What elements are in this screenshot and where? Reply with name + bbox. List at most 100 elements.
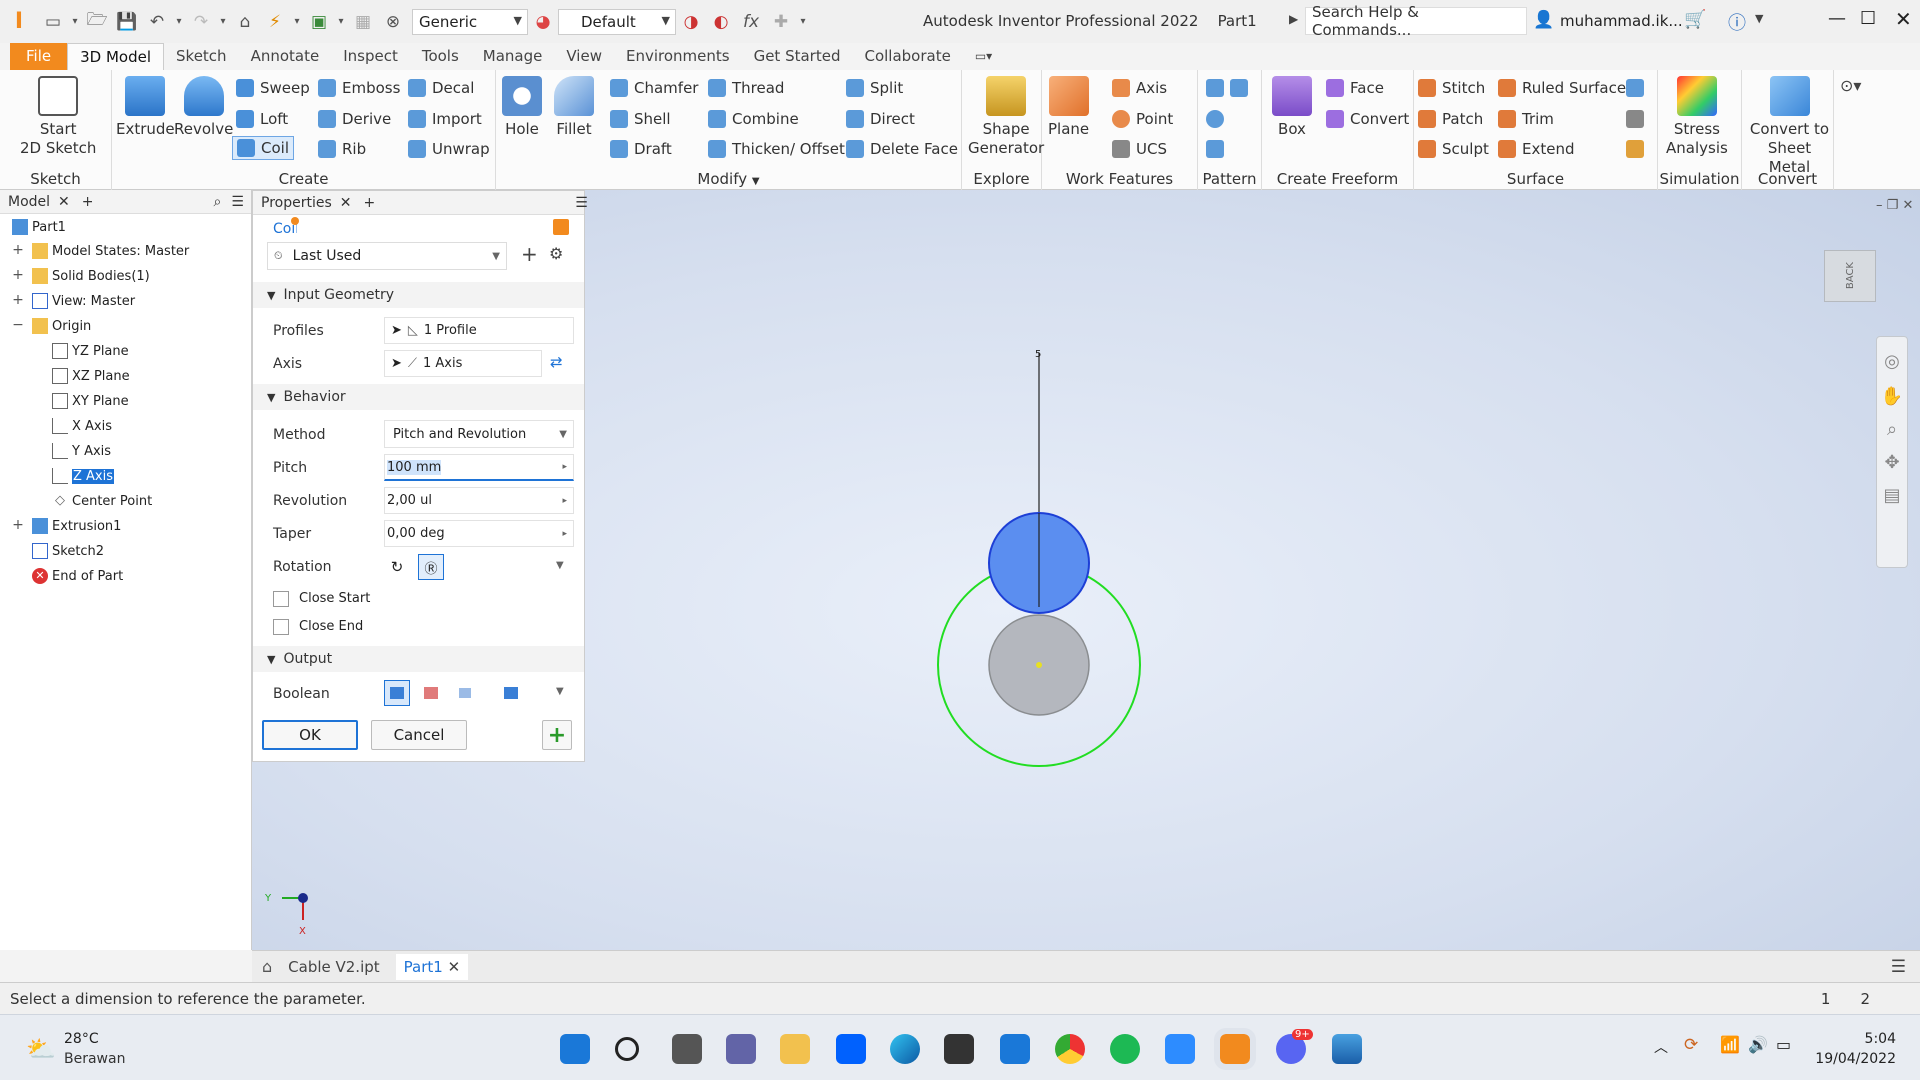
- start-icon[interactable]: [560, 1034, 590, 1064]
- tree-item-yz-plane[interactable]: YZ Plane: [52, 340, 129, 362]
- gear-icon[interactable]: ⚙: [549, 244, 563, 263]
- menu-icon[interactable]: ☰: [1891, 957, 1906, 977]
- file-explorer-icon[interactable]: [780, 1034, 810, 1064]
- close-icon[interactable]: ✕: [340, 195, 352, 211]
- chevron-right-icon[interactable]: ▶: [1289, 12, 1298, 26]
- sketch-pattern-icon[interactable]: [1206, 137, 1230, 161]
- search-icon[interactable]: [615, 1037, 639, 1061]
- trim-button[interactable]: Trim: [1498, 107, 1554, 131]
- volume-icon[interactable]: 🔊: [1748, 1035, 1768, 1054]
- sync-icon[interactable]: ⟳: [1684, 1035, 1698, 1055]
- pitch-input[interactable]: 100 mm ▸: [384, 454, 574, 481]
- derive-button[interactable]: Derive: [318, 107, 391, 131]
- sweep-button[interactable]: Sweep: [236, 76, 310, 100]
- hole-button[interactable]: Hole: [502, 76, 542, 139]
- import-button[interactable]: Import: [408, 107, 482, 131]
- circular-pattern-icon[interactable]: [1206, 107, 1230, 131]
- fx-icon[interactable]: fx: [738, 8, 764, 36]
- tab-inspect[interactable]: Inspect: [331, 43, 410, 70]
- parameters-icon[interactable]: ▦: [350, 8, 376, 36]
- model-tab-label[interactable]: Model: [8, 194, 50, 210]
- task-view-icon[interactable]: [672, 1034, 702, 1064]
- minimize-icon[interactable]: –: [1876, 198, 1883, 213]
- convert-freeform-button[interactable]: Convert: [1326, 107, 1409, 131]
- behavior-section[interactable]: ▼ Behavior: [253, 384, 584, 410]
- user-name[interactable]: muhammad.ik...: [1560, 12, 1683, 30]
- shell-button[interactable]: Shell: [610, 107, 671, 131]
- tree-item-solid-bodies[interactable]: Solid Bodies(1): [32, 265, 150, 287]
- close-end-checkbox[interactable]: [273, 619, 289, 635]
- plus-icon[interactable]: +: [364, 195, 376, 211]
- material-select[interactable]: Generic ▼: [412, 8, 528, 35]
- undo-icon[interactable]: ↶: [144, 8, 170, 36]
- redo-icon[interactable]: ↷: [188, 8, 214, 36]
- chevron-down-icon[interactable]: ▾: [70, 8, 80, 36]
- chevron-down-icon[interactable]: ▾: [798, 8, 808, 36]
- tree-item-xz-plane[interactable]: XZ Plane: [52, 365, 130, 387]
- replace-face-icon[interactable]: [1626, 76, 1650, 100]
- home-icon[interactable]: ⌂: [232, 8, 258, 36]
- mirror-icon[interactable]: [1230, 79, 1248, 97]
- close-icon[interactable]: ✕: [1902, 198, 1913, 213]
- chevron-down-icon[interactable]: ▼: [556, 686, 564, 697]
- box-button[interactable]: Box: [1272, 76, 1312, 139]
- ucs-button[interactable]: UCS: [1112, 137, 1167, 161]
- shape-generator-button[interactable]: Shape Generator: [968, 76, 1044, 158]
- plus-icon[interactable]: +: [82, 194, 94, 210]
- tree-item-end-of-part[interactable]: ✕ End of Part: [32, 565, 123, 587]
- preset-select[interactable]: ⏲ Last Used ▼: [267, 242, 507, 270]
- combine-button[interactable]: Combine: [708, 107, 799, 131]
- delete-face-button[interactable]: Delete Face: [846, 137, 958, 161]
- coil-button[interactable]: Coil: [232, 136, 294, 160]
- axis-button[interactable]: Axis: [1112, 76, 1167, 100]
- sculpt-button[interactable]: Sculpt: [1418, 137, 1489, 161]
- ribbon-options-icon[interactable]: ▭▾: [963, 43, 1004, 70]
- chamfer-button[interactable]: Chamfer: [610, 76, 698, 100]
- tree-item-z-axis[interactable]: Z Axis: [52, 465, 115, 487]
- new-solid-button[interactable]: [498, 680, 524, 706]
- zoom-app-icon[interactable]: [1165, 1034, 1195, 1064]
- edge-icon[interactable]: [890, 1034, 920, 1064]
- extend-button[interactable]: Extend: [1498, 137, 1575, 161]
- chevron-down-icon[interactable]: ▾: [336, 8, 346, 36]
- emboss-button[interactable]: Emboss: [318, 76, 400, 100]
- expand-icon[interactable]: +: [12, 292, 24, 308]
- stitch-button[interactable]: Stitch: [1418, 76, 1485, 100]
- update-icon[interactable]: ▣: [306, 8, 332, 36]
- tab-annotate[interactable]: Annotate: [239, 43, 332, 70]
- clock-date[interactable]: 19/04/2022: [1812, 1051, 1896, 1067]
- apply-plus-button[interactable]: +: [542, 720, 572, 750]
- chevron-down-icon[interactable]: ▼: [556, 560, 564, 571]
- boolean-join-button[interactable]: [384, 680, 410, 706]
- draft-button[interactable]: Draft: [610, 137, 672, 161]
- tree-item-part[interactable]: Part1: [12, 216, 66, 238]
- revolution-input[interactable]: 2,00 ul ▸: [384, 487, 574, 514]
- rotation-counterclockwise-button[interactable]: Ⓡ: [418, 554, 444, 580]
- steering-wheel-icon[interactable]: ◎: [1877, 351, 1907, 372]
- rotation-clockwise-button[interactable]: ↻: [384, 554, 410, 580]
- boolean-intersect-button[interactable]: [452, 680, 478, 706]
- chevron-down-icon[interactable]: ▾: [292, 8, 302, 36]
- method-select[interactable]: Pitch and Revolution ▼: [384, 420, 574, 448]
- plane-button[interactable]: Plane: [1048, 76, 1089, 139]
- expand-icon[interactable]: +: [12, 517, 24, 533]
- tab-3d-model[interactable]: 3D Model: [67, 43, 165, 70]
- extrude-button[interactable]: Extrude: [116, 76, 175, 139]
- clock-time[interactable]: 5:04: [1840, 1031, 1896, 1047]
- boolean-cut-button[interactable]: [418, 680, 444, 706]
- chevron-down-icon[interactable]: ▾: [218, 8, 228, 36]
- start-2d-sketch-button[interactable]: Start 2D Sketch: [20, 76, 96, 158]
- teams-icon[interactable]: [726, 1034, 756, 1064]
- unwrap-button[interactable]: Unwrap: [408, 137, 490, 161]
- tree-item-view[interactable]: View: Master: [32, 290, 135, 312]
- repair-bodies-icon[interactable]: [1626, 107, 1650, 131]
- inventor-taskbar-icon[interactable]: [1214, 1028, 1256, 1070]
- viewcube-face-label[interactable]: BACK: [1845, 262, 1856, 289]
- stress-analysis-button[interactable]: Stress Analysis: [1666, 76, 1728, 158]
- open-folder-icon[interactable]: 🗁: [84, 8, 110, 36]
- tab-file[interactable]: File: [10, 43, 68, 70]
- plus-icon[interactable]: ✚: [768, 8, 794, 36]
- battery-icon[interactable]: ▭: [1776, 1035, 1791, 1054]
- thread-button[interactable]: Thread: [708, 76, 784, 100]
- advanced-settings-icon[interactable]: [553, 219, 569, 235]
